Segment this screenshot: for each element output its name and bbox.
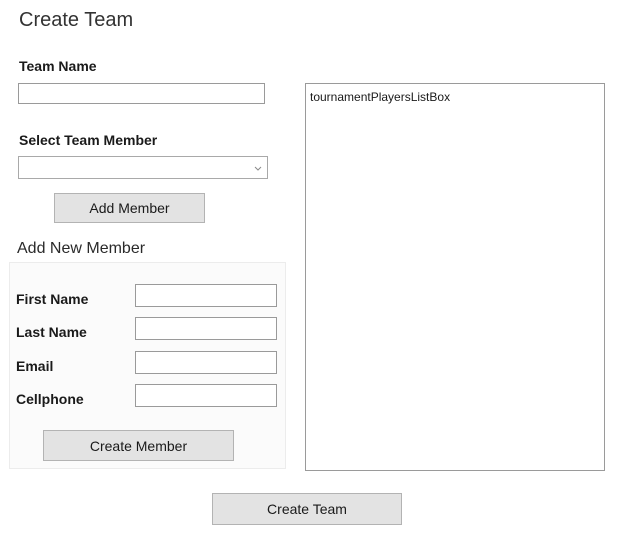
last-name-label: Last Name [16, 324, 87, 340]
first-name-input[interactable] [135, 284, 277, 307]
first-name-label: First Name [16, 291, 89, 307]
email-label: Email [16, 358, 54, 374]
select-team-member-label: Select Team Member [19, 132, 158, 148]
select-team-member-dropdown[interactable] [18, 156, 268, 179]
chevron-down-icon [253, 161, 263, 171]
add-new-member-title: Add New Member [17, 240, 146, 257]
page-title: Create Team [19, 9, 134, 31]
create-team-button[interactable]: Create Team [212, 493, 402, 525]
create-member-button[interactable]: Create Member [43, 430, 234, 461]
email-input[interactable] [135, 351, 277, 374]
add-member-button[interactable]: Add Member [54, 193, 205, 223]
cellphone-input[interactable] [135, 384, 277, 407]
create-team-form: Create Team Team Name Select Team Member… [0, 0, 618, 537]
tournament-players-listbox[interactable]: tournamentPlayersListBox [305, 83, 605, 471]
last-name-input[interactable] [135, 317, 277, 340]
cellphone-label: Cellphone [16, 391, 84, 407]
list-item[interactable]: tournamentPlayersListBox [310, 90, 450, 104]
team-name-input[interactable] [18, 83, 265, 104]
team-name-label: Team Name [19, 58, 97, 74]
